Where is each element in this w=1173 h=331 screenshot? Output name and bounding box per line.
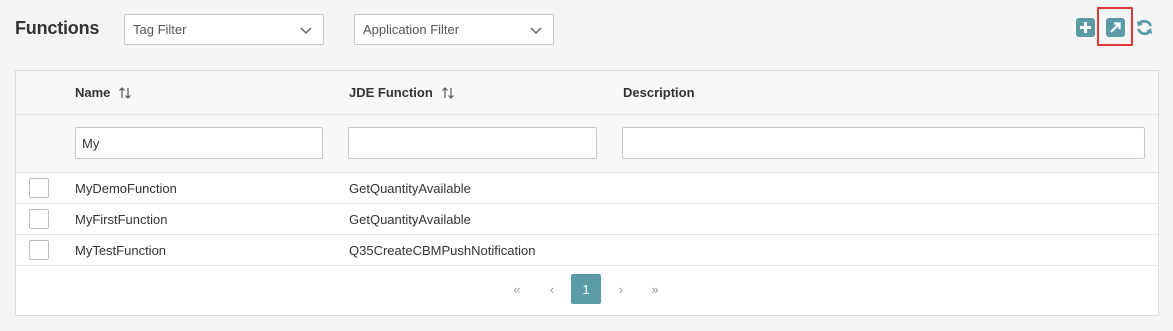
previous-page-button[interactable]: ‹	[537, 274, 567, 304]
table-row[interactable]: MyTestFunction Q35CreateCBMPushNotificat…	[16, 235, 1158, 266]
row-checkbox[interactable]	[29, 240, 49, 260]
table-header: Name JDE Function Description	[16, 71, 1158, 115]
jde-function-cell: GetQuantityAvailable	[349, 181, 471, 196]
column-header-label: JDE Function	[349, 85, 433, 100]
name-filter-input[interactable]	[75, 127, 323, 159]
first-page-button[interactable]: «	[502, 274, 532, 304]
page-1-button[interactable]: 1	[571, 274, 601, 304]
functions-page: Functions Tag Filter Application Filter …	[0, 0, 1173, 331]
column-filter-row	[16, 115, 1158, 173]
row-checkbox[interactable]	[29, 178, 49, 198]
row-checkbox[interactable]	[29, 209, 49, 229]
jde-function-cell: Q35CreateCBMPushNotification	[349, 243, 536, 258]
column-header-label: Description	[623, 85, 695, 100]
column-header-description: Description	[623, 85, 695, 100]
column-header-jde-function[interactable]: JDE Function	[349, 85, 455, 100]
functions-table: Name JDE Function Description MyDemoFunc…	[15, 70, 1159, 316]
table-row[interactable]: MyDemoFunction GetQuantityAvailable	[16, 173, 1158, 204]
sort-icon	[441, 86, 454, 99]
sort-icon	[119, 86, 132, 99]
application-filter-label: Application Filter	[363, 22, 460, 37]
jde-function-filter-input[interactable]	[348, 127, 597, 159]
column-header-label: Name	[75, 85, 111, 100]
last-page-button[interactable]: »	[640, 274, 670, 304]
next-page-button[interactable]: ›	[606, 274, 636, 304]
tag-filter-dropdown[interactable]: Tag Filter	[124, 14, 324, 45]
tag-filter-label: Tag Filter	[133, 22, 187, 37]
chevron-down-icon	[530, 27, 542, 35]
external-link-icon[interactable]	[1106, 18, 1125, 37]
application-filter-dropdown[interactable]: Application Filter	[354, 14, 554, 45]
page-title: Functions	[15, 18, 100, 38]
chevron-down-icon	[300, 27, 312, 35]
function-name-cell: MyDemoFunction	[75, 181, 177, 196]
jde-function-cell: GetQuantityAvailable	[349, 212, 471, 227]
function-name-cell: MyTestFunction	[75, 243, 167, 258]
function-name-cell: MyFirstFunction	[75, 212, 168, 227]
pagination: « ‹ 1 › »	[16, 274, 1158, 306]
table-row[interactable]: MyFirstFunction GetQuantityAvailable	[16, 204, 1158, 235]
column-header-name[interactable]: Name	[75, 85, 132, 100]
plus-icon[interactable]	[1076, 18, 1095, 37]
refresh-icon[interactable]	[1135, 18, 1154, 37]
description-filter-input[interactable]	[622, 127, 1145, 159]
